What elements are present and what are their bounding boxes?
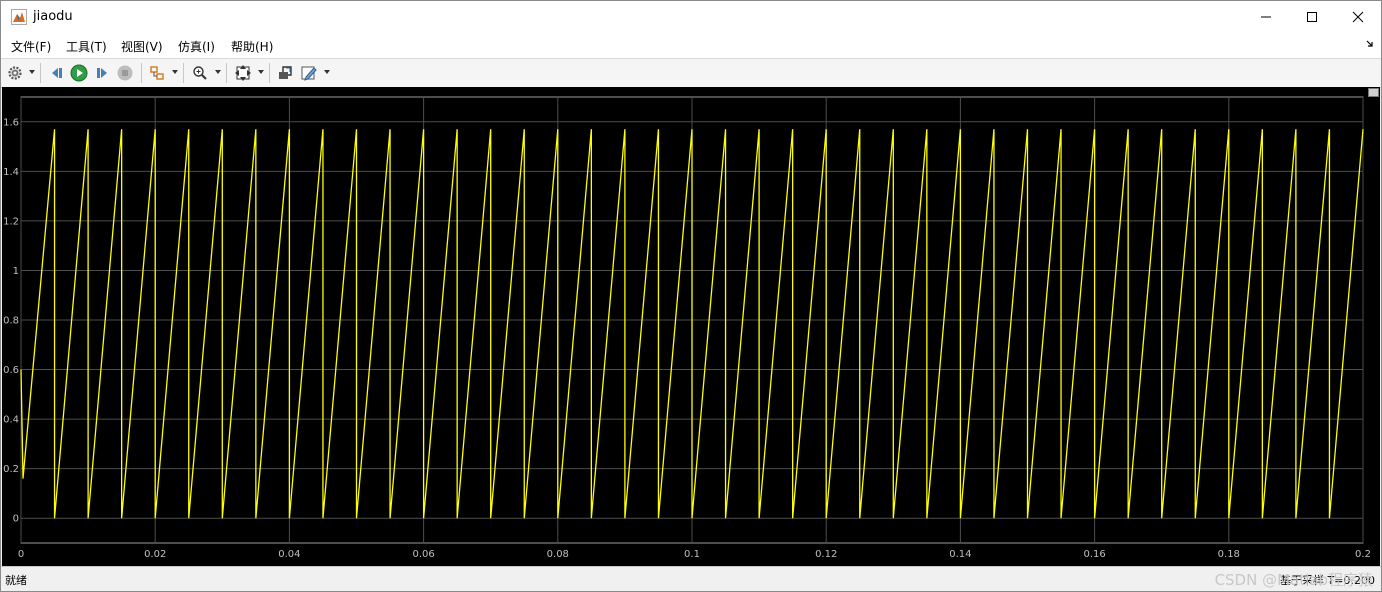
- undock-legend-button[interactable]: [1368, 88, 1379, 97]
- x-tick-label: 0.08: [547, 549, 569, 560]
- close-button[interactable]: [1335, 1, 1381, 33]
- x-tick-label: 0: [18, 549, 24, 560]
- edit-button[interactable]: [299, 63, 319, 83]
- run-icon: [70, 64, 88, 82]
- stop-icon: [117, 65, 133, 81]
- x-tick-label: 0.02: [144, 549, 166, 560]
- x-tick-label: 0.2: [1355, 549, 1371, 560]
- y-tick-label: 0.6: [3, 365, 19, 376]
- highlight-dropdown-arrow[interactable]: [172, 70, 178, 74]
- step-back-button[interactable]: [47, 63, 67, 83]
- maximize-button[interactable]: [1289, 1, 1335, 33]
- maximize-icon: [1307, 12, 1317, 22]
- y-tick-label: 0.4: [3, 415, 19, 426]
- toolbar-separator: [269, 63, 270, 83]
- title-bar[interactable]: jiaodu: [1, 1, 1381, 33]
- matlab-icon: [11, 9, 27, 25]
- watermark-text: CSDN @Matlab程序猿: [1214, 571, 1373, 589]
- step-back-icon: [52, 68, 62, 78]
- window-title: jiaodu: [33, 9, 73, 24]
- status-bar: 就绪 基于采样 T=0.200 CSDN @Matlab程序猿: [1, 566, 1381, 591]
- menu-tools[interactable]: 工具(T): [66, 38, 107, 55]
- zoom-button[interactable]: [190, 63, 210, 83]
- autoscale-button[interactable]: [233, 63, 253, 83]
- menu-help[interactable]: 帮助(H): [231, 38, 273, 55]
- y-tick-label: 0: [13, 514, 19, 525]
- x-tick-label: 0.18: [1218, 549, 1240, 560]
- y-tick-label: 1.6: [3, 117, 19, 128]
- settings-gear-icon: [8, 66, 22, 80]
- toolbar: [1, 58, 1381, 88]
- close-icon: [1352, 11, 1364, 23]
- y-tick-label: 0.2: [3, 464, 19, 475]
- stop-button[interactable]: [115, 63, 135, 83]
- step-forward-button[interactable]: [92, 63, 112, 83]
- autoscale-dropdown-arrow[interactable]: [258, 70, 264, 74]
- toolbar-separator: [226, 63, 227, 83]
- toolbar-separator: [40, 63, 41, 83]
- y-tick-label: 1: [13, 266, 19, 277]
- x-tick-label: 0.06: [412, 549, 434, 560]
- menu-bar: 文件(F) 工具(T) 视图(V) 仿真(I) 帮助(H): [1, 33, 1381, 58]
- x-tick-label: 0.14: [949, 549, 971, 560]
- settings-dropdown-arrow[interactable]: [29, 70, 35, 74]
- x-tick-label: 0.16: [1083, 549, 1105, 560]
- x-tick-label: 0.04: [278, 549, 300, 560]
- y-tick-label: 1.4: [3, 167, 19, 178]
- edit-icon: [301, 66, 317, 81]
- scope-window: jiaodu 文件(F) 工具(T) 视图(V) 仿真(I) 帮助(H) 0 0…: [0, 0, 1382, 592]
- menu-view[interactable]: 视图(V): [121, 38, 163, 55]
- expand-menu-icon[interactable]: [1365, 39, 1375, 49]
- menu-file[interactable]: 文件(F): [11, 38, 51, 55]
- minimize-icon: [1261, 16, 1271, 18]
- minimize-button[interactable]: [1243, 1, 1289, 33]
- signal-series-line: [20, 129, 1364, 519]
- zoom-dropdown-arrow[interactable]: [215, 70, 221, 74]
- edit-dropdown-arrow[interactable]: [324, 70, 330, 74]
- x-tick-label: 0.1: [684, 549, 700, 560]
- step-forward-icon: [97, 68, 107, 78]
- x-tick-label: 0.12: [815, 549, 837, 560]
- scope-display[interactable]: 0 0.02 0.04 0.06 0.08 0.1 0.12 0.14 0.16 0.18 0.2 0…: [2, 87, 1380, 566]
- run-button[interactable]: [69, 63, 89, 83]
- status-text: 就绪: [5, 574, 27, 587]
- y-tick-label: 1.2: [3, 216, 19, 227]
- y-tick-label: 0.8: [3, 316, 19, 327]
- highlight-signal-icon: [150, 66, 164, 80]
- toolbar-separator: [141, 63, 142, 83]
- restore-view-button[interactable]: [275, 63, 295, 83]
- zoom-icon: [193, 66, 207, 80]
- plot-svg: 0 0.02 0.04 0.06 0.08 0.1 0.12 0.14 0.16 0.18 0.2 0…: [3, 96, 1371, 560]
- restore-view-icon: [279, 66, 292, 79]
- highlight-signal-button[interactable]: [147, 63, 167, 83]
- menu-simulation[interactable]: 仿真(I): [178, 38, 215, 55]
- toolbar-separator: [183, 63, 184, 83]
- settings-button[interactable]: [5, 63, 25, 83]
- autoscale-icon: [235, 65, 251, 81]
